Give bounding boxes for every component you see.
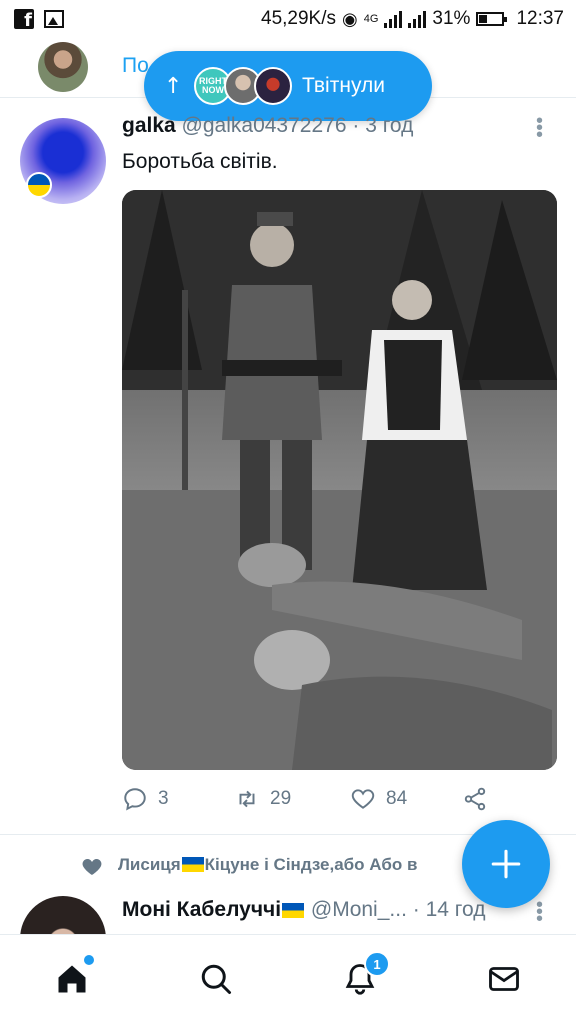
nav-home[interactable] [52, 955, 94, 999]
liked-by-name: Лисиця [118, 855, 181, 874]
profile-avatar[interactable] [38, 42, 88, 92]
like-count: 84 [386, 788, 408, 809]
tweet-actions: 3 29 84 [122, 786, 502, 820]
new-tweets-label: Твітнули [302, 74, 385, 97]
meta-separator: · [352, 114, 360, 137]
unread-dot [84, 955, 94, 965]
facebook-icon [14, 9, 34, 31]
tweet-header: galka @galka04372276 · 3 год [122, 114, 522, 138]
liked-by-text: Лисиця Кіцуне і Сіндзе,або Або в [118, 855, 417, 875]
battery-icon [476, 12, 508, 26]
author-name-text: Моні Кабелуччі [122, 898, 282, 921]
clock: 12:37 [516, 8, 564, 29]
reply-button[interactable]: 3 [122, 786, 169, 812]
ukraine-flag-icon [26, 172, 52, 198]
reply-count: 3 [158, 788, 169, 809]
battery-percent: 31% [432, 8, 471, 29]
liked-by-row[interactable]: Лисиця Кіцуне і Сіндзе,або Або в [80, 854, 417, 876]
network-type: 4G [363, 13, 379, 25]
nav-messages[interactable] [484, 959, 524, 999]
retweet-button[interactable]: 29 [234, 786, 291, 812]
share-button[interactable] [462, 786, 488, 812]
ukraine-flag-icon [181, 857, 204, 872]
network-speed: 45,29K/s [261, 8, 337, 29]
tweet-time: 14 год [425, 898, 486, 921]
messages-icon [489, 967, 519, 991]
gallery-icon [44, 10, 64, 28]
avatar [254, 67, 292, 105]
more-options-icon[interactable]: • • • [536, 111, 543, 145]
heart-icon [351, 789, 375, 809]
status-bar: 45,29K/s ◉ 4G 31% 12:37 [0, 0, 576, 38]
search-icon [201, 964, 231, 994]
photo-illustration [122, 190, 557, 770]
liked-by-name-rest: Кіцуне і Сіндзе,або Або в [204, 855, 418, 874]
heart-filled-icon [82, 859, 102, 875]
arrow-up-icon: ↑ [164, 73, 183, 99]
reply-icon [124, 788, 146, 811]
retweet-icon [239, 790, 255, 808]
plus-icon [491, 849, 521, 879]
ukraine-flag-icon [282, 903, 305, 918]
like-button[interactable]: 84 [350, 786, 407, 812]
signal-icon [408, 10, 427, 28]
tweet-author-handle[interactable]: @galka04372276 [182, 114, 347, 137]
pill-avatars: RIGHT NOW [194, 67, 292, 105]
share-icon [464, 787, 486, 811]
tweet-text: Боротьба світів. [122, 150, 278, 173]
signal-icon [384, 10, 403, 28]
bottom-navigation: 1 [0, 934, 576, 1024]
home-icon [58, 965, 86, 993]
notifications-badge: 1 [364, 951, 390, 977]
retweet-count: 29 [270, 788, 292, 809]
new-tweets-pill[interactable]: ↑ RIGHT NOW Твітнули [144, 51, 432, 121]
nav-notifications[interactable]: 1 [340, 951, 390, 999]
more-options-icon[interactable]: • • • [536, 895, 543, 929]
tweet-author-avatar[interactable] [20, 118, 106, 204]
tweet-author-name[interactable]: galka [122, 114, 176, 137]
nav-search[interactable] [196, 959, 236, 999]
meta-separator: · [412, 898, 420, 921]
tweet-time: 3 год [365, 114, 414, 137]
hotspot-icon: ◉ [342, 8, 358, 30]
tweet-author-name[interactable]: Моні Кабелуччі [122, 898, 305, 921]
tweet-author-handle[interactable]: @Moni_... [311, 898, 407, 921]
tweet-header: Моні Кабелуччі @Moni_... · 14 год [122, 898, 485, 922]
tweet-photo[interactable] [122, 190, 557, 770]
compose-tweet-button[interactable] [462, 820, 550, 908]
